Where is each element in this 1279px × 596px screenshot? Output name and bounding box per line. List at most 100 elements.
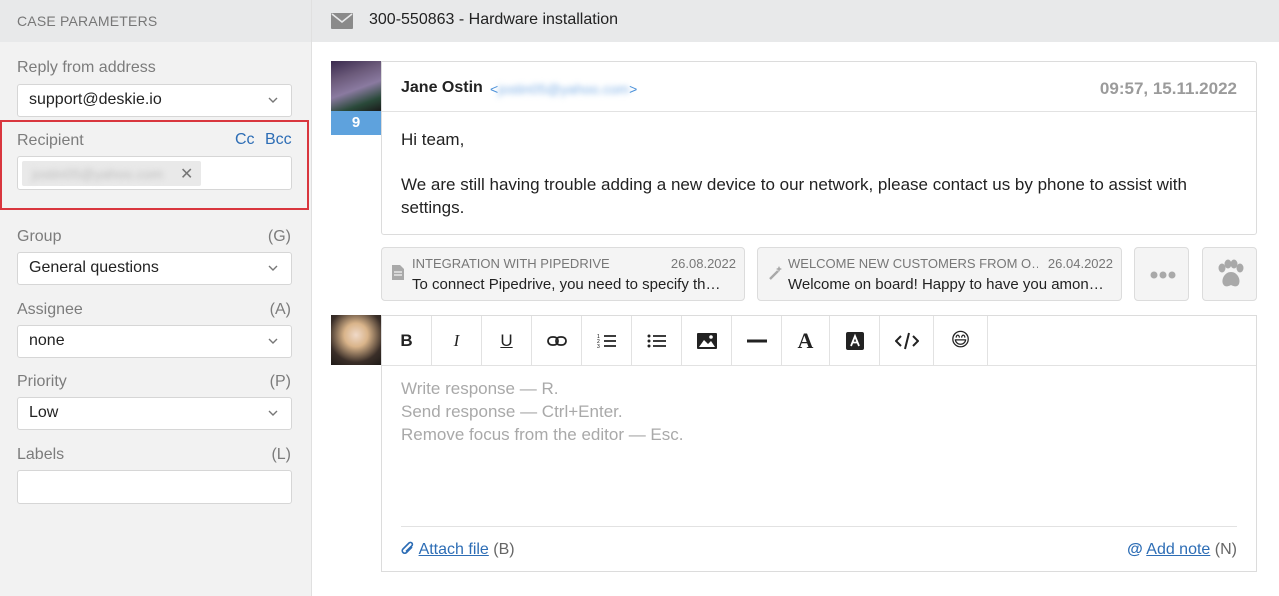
suggestion-date: 26.04.2022 — [1047, 256, 1113, 271]
attach-file: Attach file (B) — [401, 541, 515, 559]
bcc-link[interactable]: Bcc — [265, 131, 292, 149]
italic-button[interactable]: I — [432, 316, 482, 365]
add-note: @ Add note (N) — [1127, 541, 1237, 559]
more-dots-icon — [1150, 271, 1176, 279]
labels-input[interactable] — [17, 470, 292, 504]
assignee-label: Assignee — [17, 301, 83, 318]
svg-text:3: 3 — [597, 344, 600, 349]
chevron-down-icon — [268, 338, 278, 344]
bullet-list-icon — [647, 334, 666, 347]
suggestion-text: Welcome on board! Happy to have you amon… — [788, 276, 1104, 293]
emoji-button[interactable]: 😄 — [934, 316, 988, 365]
priority-shortcut: (P) — [269, 373, 291, 390]
chevron-down-icon — [268, 410, 278, 416]
priority-label: Priority — [17, 373, 67, 390]
remove-recipient-icon[interactable]: ✕ — [180, 164, 193, 184]
attach-file-link[interactable]: Attach file — [419, 541, 489, 558]
bullet-list-button[interactable] — [632, 316, 682, 365]
horizontal-rule-button[interactable] — [732, 316, 782, 365]
document-icon — [392, 265, 404, 280]
link-icon — [546, 335, 567, 346]
underline-button[interactable]: U — [482, 316, 532, 365]
text-color-icon: A — [797, 327, 814, 353]
bold-button[interactable]: B — [382, 316, 432, 365]
link-button[interactable] — [532, 316, 582, 365]
sidebar-header: CASE PARAMETERS — [0, 0, 311, 42]
message-body: Hi team, We are still having trouble add… — [382, 112, 1256, 257]
case-parameters-sidebar: CASE PARAMETERS Reply from address suppo… — [0, 0, 312, 596]
reply-from-label: Reply from address — [17, 59, 156, 76]
sender-email[interactable]: <jostin05@yahoo.com> — [490, 81, 637, 97]
image-icon — [696, 332, 717, 349]
attach-shortcut: (B) — [493, 541, 515, 558]
message-card: Jane Ostin <jostin05@yahoo.com> 09:57, 1… — [381, 61, 1257, 235]
message-text: We are still having trouble adding a new… — [401, 175, 1187, 217]
placeholder-line: Remove focus from the editor — Esc. — [401, 425, 684, 444]
sender-case-count: 9 — [331, 111, 381, 135]
horizontal-rule-icon — [746, 339, 767, 342]
image-button[interactable] — [682, 316, 732, 365]
sender-email-address: jostin05@yahoo.com — [498, 81, 630, 97]
assignee-select[interactable]: none — [17, 325, 292, 358]
case-header: 300-550863 - Hardware installation — [312, 0, 1279, 42]
chevron-down-icon — [268, 265, 278, 271]
suggestion-card[interactable]: WELCOME NEW CUSTOMERS FROM O… 26.04.2022… — [757, 247, 1122, 301]
reply-editor[interactable]: B I U 1 2 3 A 😄 Write response — R. Send… — [381, 315, 1257, 572]
chevron-down-icon — [268, 97, 278, 103]
placeholder-line: Write response — R. — [401, 379, 559, 398]
group-select[interactable]: General questions — [17, 252, 292, 285]
email-bracket-close: > — [629, 81, 638, 97]
add-note-link[interactable]: Add note — [1146, 541, 1210, 558]
reply-from-value: support@deskie.io — [29, 91, 162, 108]
labels-label: Labels — [17, 446, 65, 463]
editor-divider — [401, 526, 1237, 527]
placeholder-line: Send response — Ctrl+Enter. — [401, 402, 623, 421]
sender-avatar[interactable]: 9 — [331, 61, 381, 135]
priority-value: Low — [29, 404, 59, 421]
group-value: General questions — [29, 259, 159, 276]
paw-icon — [1218, 259, 1244, 287]
magic-wand-icon — [769, 266, 782, 280]
code-button[interactable] — [880, 316, 934, 365]
paperclip-icon — [401, 541, 414, 555]
labels-shortcut: (L) — [271, 446, 291, 463]
case-title: 300-550863 - Hardware installation — [369, 11, 619, 28]
sender-avatar-image — [331, 61, 381, 111]
agent-avatar — [331, 315, 381, 365]
suggestion-date: 26.08.2022 — [670, 256, 736, 271]
text-color-button[interactable]: A — [782, 316, 830, 365]
sender-name: Jane Ostin — [401, 79, 483, 96]
editor-placeholder[interactable]: Write response — R. Send response — Ctrl… — [401, 377, 684, 446]
recipient-chip-email: jostin05@yahoo.com — [32, 166, 163, 182]
group-label: Group — [17, 228, 62, 245]
ordered-list-icon: 1 2 3 — [597, 334, 616, 349]
message-header: Jane Ostin <jostin05@yahoo.com> 09:57, 1… — [382, 62, 1256, 112]
recipient-label: Recipient — [17, 132, 84, 149]
assignee-value: none — [29, 332, 65, 349]
emoji-icon: 😄 — [950, 330, 971, 351]
ordered-list-button[interactable]: 1 2 3 — [582, 316, 632, 365]
editor-toolbar: B I U 1 2 3 A 😄 — [382, 316, 1256, 366]
reply-from-select[interactable]: support@deskie.io — [17, 84, 292, 117]
at-sign-icon: @ — [1127, 541, 1143, 558]
background-color-button[interactable] — [830, 316, 880, 365]
priority-select[interactable]: Low — [17, 397, 292, 430]
envelope-icon — [331, 13, 353, 29]
background-color-icon — [845, 331, 864, 350]
recipient-chip: jostin05@yahoo.com ✕ — [22, 161, 201, 186]
more-suggestions-button[interactable] — [1134, 247, 1189, 301]
message-greeting: Hi team, — [401, 130, 465, 149]
code-icon — [894, 332, 919, 349]
suggestion-card[interactable]: INTEGRATION WITH PIPEDRIVE 26.08.2022 To… — [381, 247, 745, 301]
message-timestamp: 09:57, 15.11.2022 — [1099, 79, 1237, 98]
recipient-input[interactable]: jostin05@yahoo.com ✕ — [17, 156, 292, 190]
suggestion-title: WELCOME NEW CUSTOMERS FROM O… — [788, 256, 1038, 271]
suggestion-title: INTEGRATION WITH PIPEDRIVE — [412, 256, 610, 271]
cc-link[interactable]: Cc — [235, 131, 255, 149]
email-bracket-open: < — [490, 81, 499, 97]
suggestion-text: To connect Pipedrive, you need to specif… — [412, 276, 722, 293]
note-shortcut: (N) — [1214, 541, 1237, 558]
assignee-shortcut: (A) — [269, 301, 291, 318]
group-shortcut: (G) — [267, 228, 291, 245]
paw-button[interactable] — [1202, 247, 1257, 301]
